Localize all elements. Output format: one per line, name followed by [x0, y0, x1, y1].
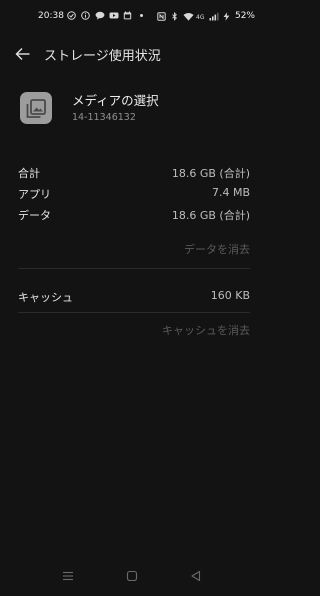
status-bar: 20:38 4G 52%	[0, 0, 268, 34]
storage-data-label: データ	[18, 209, 51, 222]
volte-icon: 4G	[196, 12, 205, 21]
battery-percentage: 52%	[234, 11, 255, 21]
home-button[interactable]	[123, 567, 141, 585]
app-version: 14-11346132	[72, 112, 136, 123]
arrow-left-icon	[15, 48, 30, 60]
storage-usage-screen: 20:38 4G 52% ストレージ使用状況 メディアの選択 14-113461…	[0, 0, 268, 596]
status-system-icons: 4G 52%	[157, 11, 255, 21]
cache-label: キャッシュ	[18, 291, 73, 304]
app-bar: ストレージ使用状況	[0, 37, 268, 71]
nfc-icon	[157, 11, 166, 21]
back-triangle-icon	[191, 570, 201, 582]
page-title: ストレージ使用状況	[44, 49, 161, 64]
svg-text:4G: 4G	[196, 14, 205, 21]
message-icon	[95, 11, 105, 20]
app-icon	[20, 92, 52, 124]
app-name: メディアの選択	[72, 93, 159, 108]
navigation-bar	[0, 556, 268, 596]
clear-cache-button[interactable]: キャッシュを消去	[162, 322, 250, 338]
storage-total-row: 合計 18.6 GB (合計)	[18, 165, 250, 181]
storage-app-value: 7.4 MB	[211, 186, 250, 199]
cache-value: 160 KB	[210, 289, 250, 302]
home-icon	[126, 570, 138, 582]
bluetooth-icon	[170, 11, 179, 21]
storage-total-label: 合計	[18, 167, 40, 180]
wifi-icon	[183, 12, 194, 21]
calendar-icon	[123, 11, 132, 20]
dot-icon	[137, 11, 146, 20]
status-notification-icons	[67, 11, 146, 20]
divider	[18, 268, 250, 269]
video-icon	[109, 11, 119, 20]
menu-icon	[63, 571, 73, 581]
check-circle-icon	[67, 11, 76, 20]
divider	[18, 312, 250, 313]
photo-library-icon	[26, 99, 46, 118]
info-circle-icon	[81, 11, 90, 20]
storage-data-row: データ 18.6 GB (合計)	[18, 207, 250, 223]
charging-icon	[222, 11, 231, 21]
system-back-button[interactable]	[187, 567, 205, 585]
storage-total-value: 18.6 GB (合計)	[171, 167, 250, 180]
storage-app-label: アプリ	[18, 188, 51, 201]
signal-icon	[209, 12, 219, 21]
storage-data-value: 18.6 GB (合計)	[171, 209, 250, 222]
clear-data-button[interactable]: データを消去	[184, 241, 250, 257]
status-time: 20:38	[38, 11, 64, 21]
storage-app-row: アプリ 7.4 MB	[18, 186, 250, 202]
back-button[interactable]	[12, 43, 34, 65]
cache-row: キャッシュ 160 KB	[18, 289, 250, 305]
recent-apps-button[interactable]	[59, 567, 77, 585]
